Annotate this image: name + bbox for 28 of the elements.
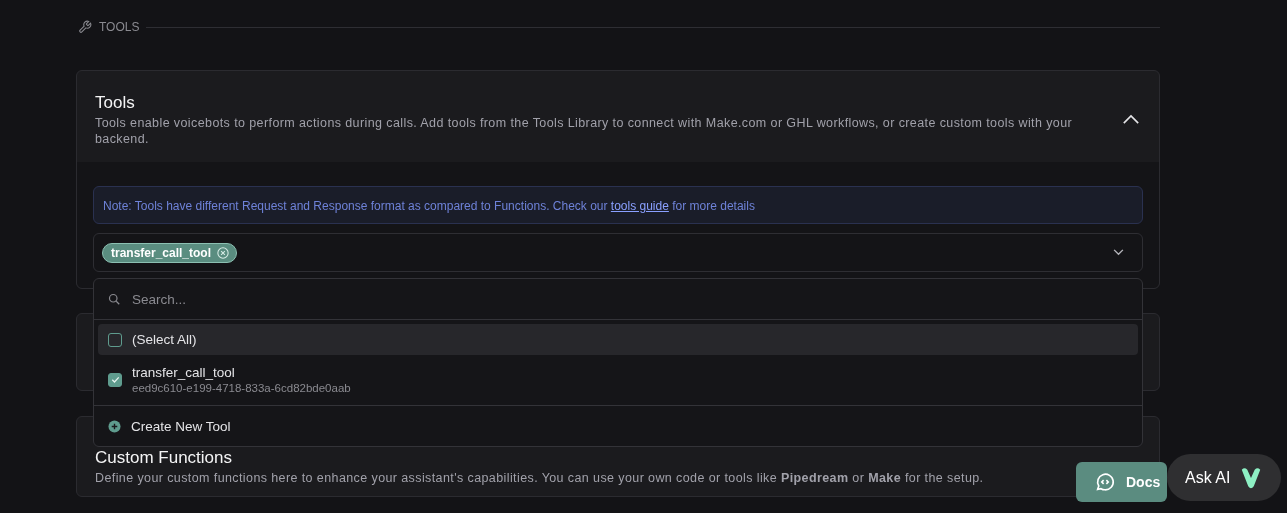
dropdown-option[interactable]: (Select All)	[98, 324, 1138, 355]
check-icon	[109, 374, 121, 385]
card-title: Tools	[95, 92, 136, 114]
tag-label: transfer_call_tool	[111, 245, 212, 260]
checkbox[interactable]	[108, 332, 122, 347]
ask-ai-button[interactable]: Ask AI	[1167, 454, 1281, 501]
option-label: transfer_call_tool	[132, 365, 236, 380]
note-text: Note: Tools have different Request and Response format as compared to Functions. Check our tools guide for more details	[103, 199, 755, 213]
checkbox[interactable]	[108, 372, 122, 387]
tools-guide-link[interactable]: tools guide	[610, 199, 669, 213]
section-label: TOOLS	[99, 20, 140, 34]
card-description: Define your custom functions here to enhance your assistant's capabilities. You can use your own code or tools like Pipedream or Make for the setup.	[95, 470, 985, 486]
docs-button[interactable]: Docs	[1076, 462, 1167, 502]
chevron-icon[interactable]	[1122, 114, 1140, 125]
remove-icon[interactable]	[217, 246, 230, 259]
option-id: eed9c610-e199-4718-833a-6cd82bde0aab	[132, 382, 351, 394]
chevron-down-icon[interactable]	[1113, 249, 1124, 256]
wrench-icon	[78, 20, 92, 34]
card-description: Tools enable voicebots to perform actions during calls. Add tools from the Tools Library to connect with Make.com or GHL workflows, or create custom tools with your backend.	[95, 115, 1074, 147]
chat-code-icon	[1094, 471, 1116, 493]
search-field[interactable]: Search...	[130, 290, 1128, 308]
tools-select[interactable]: transfer_call_tool	[93, 233, 1143, 272]
option-label: (Select All)	[132, 332, 197, 347]
card-title: Custom Functions	[95, 447, 233, 469]
dropdown-option[interactable]: transfer_call_tool eed9c610-e199-4718-833a-6cd82bde0aab	[98, 359, 1138, 400]
plus-circle-icon	[108, 419, 121, 433]
search-icon	[108, 293, 120, 305]
create-tool-item[interactable]: Create New Tool	[94, 406, 1142, 446]
